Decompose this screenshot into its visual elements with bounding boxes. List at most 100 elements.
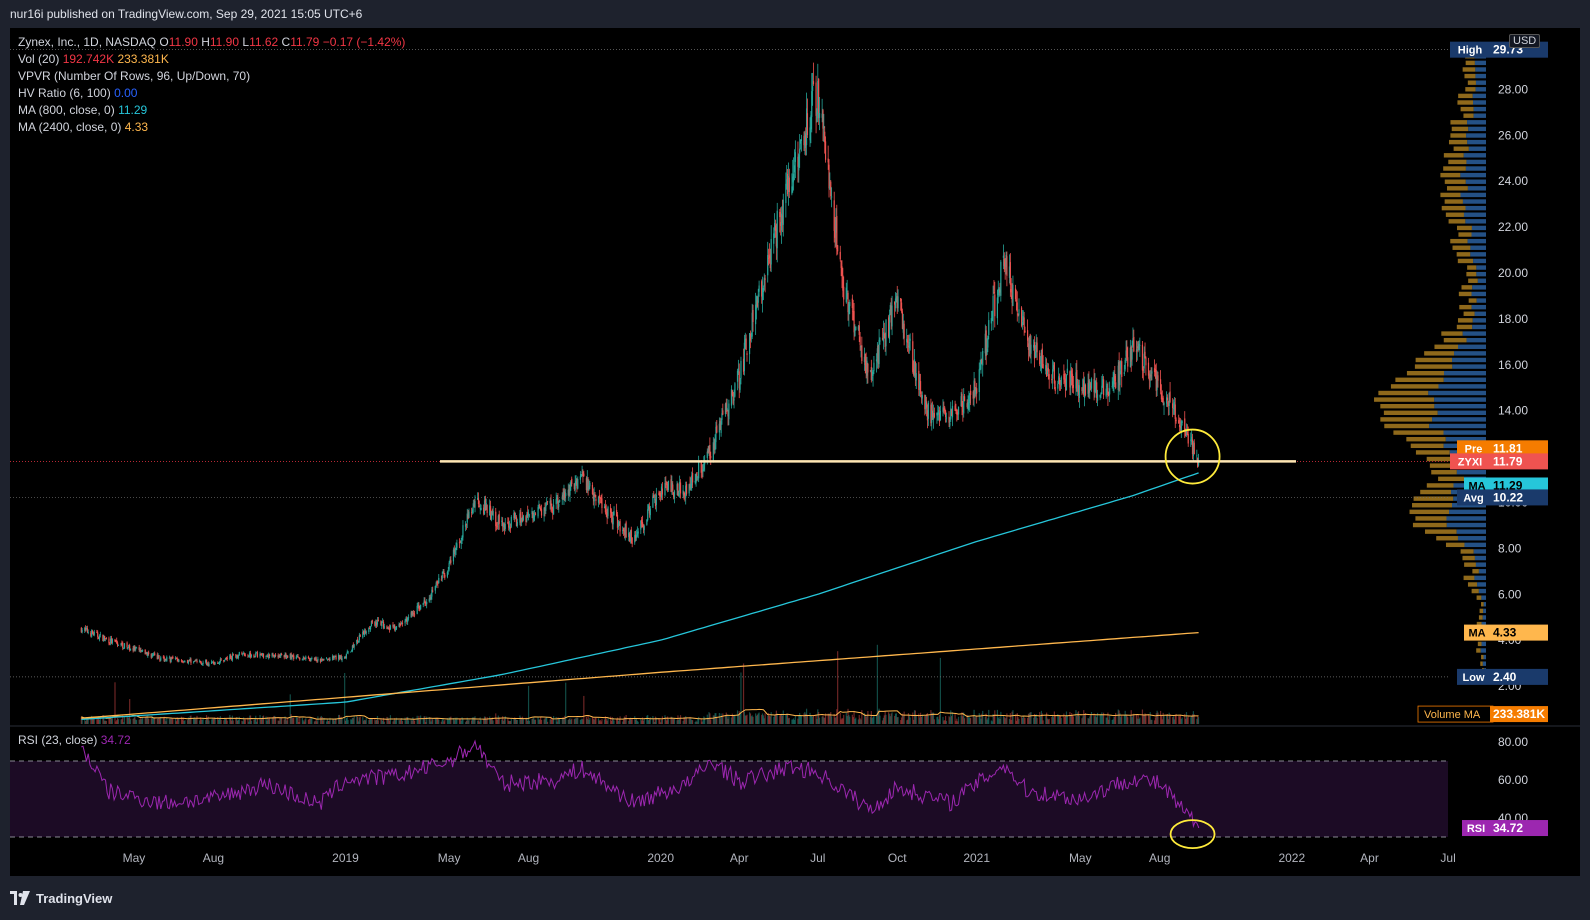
candle-body <box>1163 402 1165 406</box>
vpvr-up-bar <box>1434 403 1486 409</box>
ma800-label[interactable]: MA (800, close, 0) <box>18 103 115 117</box>
volume-bar <box>595 717 597 724</box>
vpvr-down-bar <box>1378 390 1429 396</box>
candle-body <box>811 91 813 117</box>
vpvr-up-bar <box>1446 522 1486 528</box>
volume-bar <box>250 720 253 724</box>
candle-body <box>411 611 413 616</box>
vpvr-down-bar <box>1476 595 1482 600</box>
candle-body <box>176 657 178 660</box>
volume-bar <box>976 715 978 724</box>
y-tick-label: 22.00 <box>1498 220 1528 234</box>
x-tick-label: Oct <box>888 851 907 865</box>
axes: May Aug 2019 May Aug 2020 Apr Jul Oct 2021 May Aug 2… <box>123 82 1529 865</box>
volume-bar <box>794 715 796 724</box>
candle-body <box>882 332 885 342</box>
volume-bar <box>601 719 603 724</box>
hv-label[interactable]: HV Ratio (6, 100) <box>18 86 111 100</box>
rsi-value-tag: 34.72 <box>1493 821 1523 835</box>
rsi-tag: RSI <box>1467 823 1485 835</box>
vpvr-down-bar <box>1415 450 1450 455</box>
candle-body <box>295 656 297 659</box>
candle-body <box>1057 383 1059 389</box>
candle-body <box>961 393 963 407</box>
vpvr-down-bar <box>1374 397 1435 402</box>
candle-body <box>855 326 857 331</box>
volume-bar <box>1115 712 1117 724</box>
vpvr-down-bar <box>1426 456 1453 462</box>
volume-bar <box>879 715 881 724</box>
vpvr-up-bar <box>1465 219 1486 224</box>
candle-body <box>927 402 929 419</box>
candle-body <box>577 479 579 489</box>
candle-body <box>594 494 596 497</box>
candle-body <box>903 323 905 339</box>
vpvr-up-bar <box>1454 351 1486 356</box>
vpvr-down-bar <box>1457 318 1473 323</box>
main-legend: Zynex, Inc., 1D, NASDAQ O11.90 H11.90 L1… <box>18 34 405 136</box>
candle-body <box>226 657 228 660</box>
candle-body <box>418 604 420 610</box>
candle-body <box>456 543 458 548</box>
volume-bar <box>1139 717 1141 724</box>
symbol-name[interactable]: Zynex, Inc., 1D, NASDAQ <box>18 35 156 49</box>
candle-body <box>123 643 126 649</box>
y-tick-label: 16.00 <box>1498 358 1528 372</box>
candle-body <box>878 339 880 365</box>
candle-body <box>138 647 140 650</box>
price-chart[interactable]: May Aug 2019 May Aug 2020 Apr Jul Oct 2021 May Aug 2… <box>0 0 1590 920</box>
candle-body <box>550 500 552 506</box>
vpvr-down-bar <box>1477 641 1482 647</box>
volume-bar <box>1163 715 1165 724</box>
rsi-label[interactable]: RSI (23, close) <box>18 733 97 747</box>
candle-body <box>872 372 874 376</box>
candle-body <box>509 527 512 529</box>
volume-bar <box>577 717 579 724</box>
candle-body <box>785 183 787 203</box>
candle-body <box>432 590 434 592</box>
vpvr-down-bar <box>1420 489 1452 495</box>
vpvr-down-bar <box>1444 199 1463 204</box>
candle-body <box>667 480 670 490</box>
candle-body <box>649 508 651 516</box>
candle-body <box>196 660 198 662</box>
candle-body <box>553 504 555 515</box>
candle-body <box>773 233 775 244</box>
candle-body <box>1059 385 1062 387</box>
currency-badge[interactable]: USD <box>1509 34 1541 48</box>
vpvr-up-bar <box>1470 252 1486 257</box>
high-value: 11.90 <box>209 35 240 49</box>
candle-body <box>793 174 795 182</box>
vpvr-down-bar <box>1481 602 1484 607</box>
vpvr-down-bar <box>1440 172 1461 178</box>
moving-averages <box>81 472 1199 721</box>
volume-bar <box>1127 717 1129 724</box>
volume-label[interactable]: Vol (20) <box>18 52 59 66</box>
candle-body <box>1066 368 1068 374</box>
candle-body <box>643 526 645 531</box>
candle-body <box>824 131 826 143</box>
vpvr-down-bar <box>1434 344 1459 349</box>
candle-body <box>315 657 317 661</box>
volume-bar <box>540 719 543 724</box>
candle-body <box>925 401 928 408</box>
candle-body <box>220 658 222 660</box>
vpvr-up-bar <box>1474 555 1486 561</box>
tradingview-logo[interactable]: TradingView <box>10 891 112 906</box>
candle-body <box>849 302 851 307</box>
vpvr-up-bar <box>1443 430 1486 435</box>
price-label-tag: Low <box>1463 672 1485 684</box>
ma2400-label[interactable]: MA (2400, close, 0) <box>18 120 121 134</box>
candle-body <box>836 215 838 250</box>
vpvr-down-bar <box>1456 252 1471 257</box>
vpvr-down-bar <box>1443 153 1464 158</box>
candle-body <box>679 482 682 494</box>
candle-body <box>982 351 984 366</box>
vpvr-up-bar <box>1456 529 1486 534</box>
candle-body <box>407 617 409 623</box>
vpvr-down-bar <box>1452 245 1471 250</box>
vpvr-up-bar <box>1463 153 1486 158</box>
vpvr-label[interactable]: VPVR (Number Of Rows, 96, Up/Down, 70) <box>18 69 250 83</box>
volume-bar <box>347 720 349 724</box>
candle-body <box>180 660 183 662</box>
